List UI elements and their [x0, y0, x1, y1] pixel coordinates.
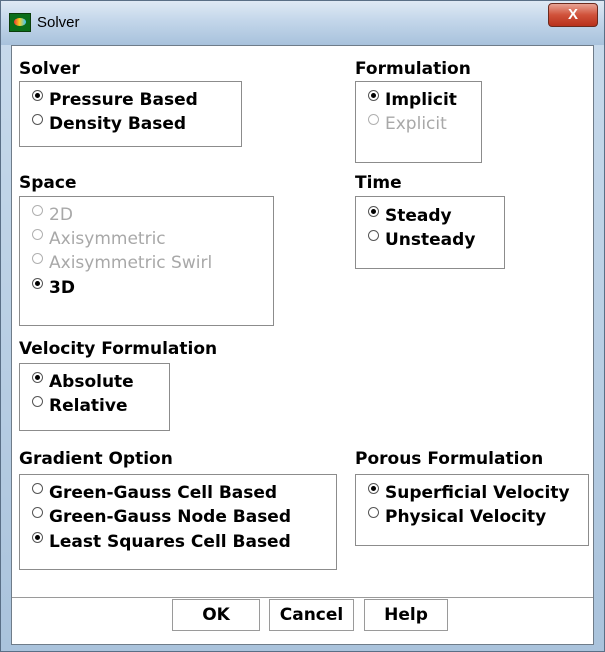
option-label: 3D: [49, 278, 75, 298]
solver-density-based-option[interactable]: Density Based: [32, 113, 186, 135]
radio-unchecked-icon[interactable]: [32, 395, 43, 407]
velocity-formulation-group-title: Velocity Formulation: [19, 339, 218, 359]
option-label: Unsteady: [385, 230, 476, 250]
radio-unchecked-icon[interactable]: [32, 482, 43, 494]
cancel-button[interactable]: Cancel: [269, 599, 354, 631]
radio-checked-icon[interactable]: [32, 277, 43, 289]
solver-dialog-window: Solver X Solver Pressure Based Density B…: [0, 0, 605, 652]
app-icon: [9, 13, 31, 32]
option-label: Axisymmetric Swirl: [49, 253, 213, 273]
radio-unchecked-icon[interactable]: [368, 506, 379, 518]
radio-unchecked-icon[interactable]: [32, 506, 43, 518]
radio-disabled-icon: [32, 228, 43, 240]
velocity-relative-option[interactable]: Relative: [32, 395, 127, 417]
radio-checked-icon[interactable]: [368, 205, 379, 217]
option-label: Green-Gauss Node Based: [49, 507, 292, 527]
space-axisymmetric-option: Axisymmetric: [32, 228, 166, 250]
radio-checked-icon[interactable]: [32, 531, 43, 543]
close-button[interactable]: X: [548, 3, 598, 27]
space-group-title: Space: [19, 173, 77, 193]
radio-checked-icon[interactable]: [368, 89, 379, 101]
solver-group: Pressure Based Density Based: [19, 81, 242, 147]
option-label: Relative: [49, 396, 128, 416]
porous-superficial-velocity-option[interactable]: Superficial Velocity: [368, 482, 570, 504]
option-label: Absolute: [49, 372, 134, 392]
option-label: Pressure Based: [49, 90, 198, 110]
solver-group-title: Solver: [19, 59, 80, 79]
gradient-least-squares-cell-option[interactable]: Least Squares Cell Based: [32, 531, 291, 553]
ok-button[interactable]: OK: [172, 599, 260, 631]
gradient-green-gauss-cell-option[interactable]: Green-Gauss Cell Based: [32, 482, 277, 504]
option-label: Explicit: [385, 114, 447, 134]
radio-disabled-icon: [32, 204, 43, 216]
radio-unchecked-icon[interactable]: [368, 229, 379, 241]
formulation-group-title: Formulation: [355, 59, 471, 79]
option-label: 2D: [49, 205, 73, 225]
porous-formulation-group: Superficial Velocity Physical Velocity: [355, 474, 589, 546]
option-label: Axisymmetric: [49, 229, 166, 249]
time-unsteady-option[interactable]: Unsteady: [368, 229, 475, 251]
gradient-option-group: Green-Gauss Cell Based Green-Gauss Node …: [19, 474, 337, 570]
option-label: Implicit: [385, 90, 457, 110]
radio-checked-icon[interactable]: [32, 371, 43, 383]
formulation-explicit-option: Explicit: [368, 113, 447, 135]
button-divider: [12, 597, 593, 598]
formulation-implicit-option[interactable]: Implicit: [368, 89, 457, 111]
solver-pressure-based-option[interactable]: Pressure Based: [32, 89, 198, 111]
help-button[interactable]: Help: [364, 599, 448, 631]
option-label: Density Based: [49, 114, 187, 134]
dialog-client-area: Solver Pressure Based Density Based Form…: [11, 45, 594, 645]
option-label: Green-Gauss Cell Based: [49, 483, 278, 503]
velocity-formulation-group: Absolute Relative: [19, 363, 170, 431]
time-group-title: Time: [355, 173, 402, 193]
velocity-absolute-option[interactable]: Absolute: [32, 371, 134, 393]
time-steady-option[interactable]: Steady: [368, 205, 452, 227]
space-axisymmetric-swirl-option: Axisymmetric Swirl: [32, 252, 212, 274]
option-label: Steady: [385, 206, 452, 226]
option-label: Superficial Velocity: [385, 483, 570, 503]
option-label: Physical Velocity: [385, 507, 547, 527]
radio-disabled-icon: [368, 113, 379, 125]
radio-checked-icon[interactable]: [368, 482, 379, 494]
time-group: Steady Unsteady: [355, 196, 505, 269]
radio-checked-icon[interactable]: [32, 89, 43, 101]
porous-physical-velocity-option[interactable]: Physical Velocity: [368, 506, 546, 528]
gradient-green-gauss-node-option[interactable]: Green-Gauss Node Based: [32, 506, 291, 528]
space-group: 2D Axisymmetric Axisymmetric Swirl 3D: [19, 196, 274, 326]
porous-formulation-group-title: Porous Formulation: [355, 449, 544, 469]
option-label: Least Squares Cell Based: [49, 532, 291, 552]
title-bar[interactable]: Solver X: [1, 1, 604, 45]
close-icon: X: [567, 6, 578, 23]
space-2d-option: 2D: [32, 204, 73, 226]
gradient-option-group-title: Gradient Option: [19, 449, 173, 469]
radio-disabled-icon: [32, 252, 43, 264]
radio-unchecked-icon[interactable]: [32, 113, 43, 125]
space-3d-option[interactable]: 3D: [32, 277, 75, 299]
formulation-group: Implicit Explicit: [355, 81, 482, 163]
window-title: Solver: [37, 14, 80, 31]
